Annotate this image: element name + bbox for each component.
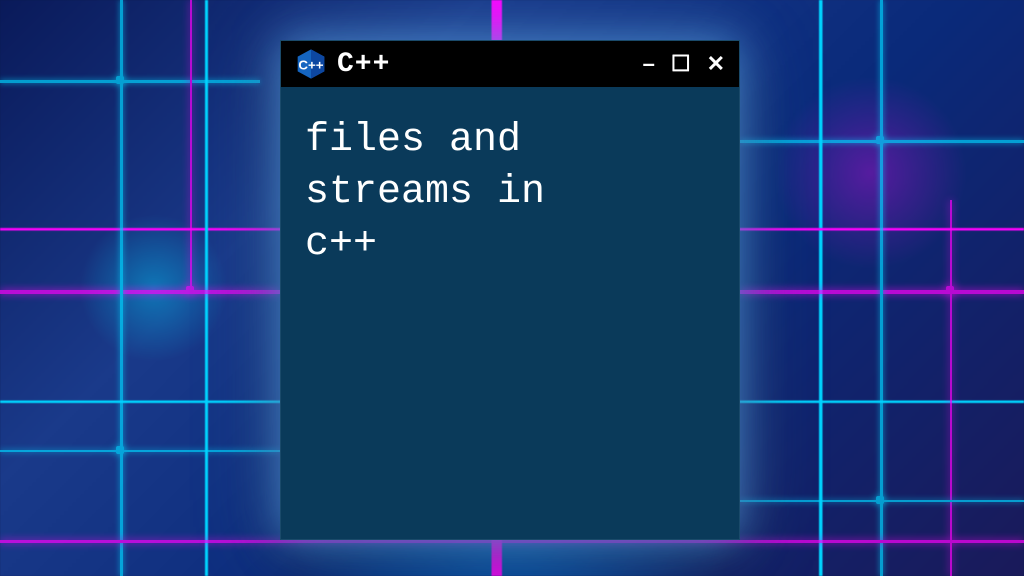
cpp-icon: C++ [295, 48, 327, 80]
terminal-content: files and streams in c++ [281, 87, 739, 299]
minimize-button[interactable]: – [643, 53, 655, 75]
maximize-button[interactable]: ☐ [671, 53, 691, 75]
close-button[interactable]: ✕ [707, 53, 725, 75]
terminal-window: C++ C++ – ☐ ✕ files and streams in c++ [280, 40, 740, 540]
window-controls: – ☐ ✕ [643, 53, 725, 75]
titlebar[interactable]: C++ C++ – ☐ ✕ [281, 41, 739, 87]
window-title: C++ [337, 49, 633, 80]
svg-text:C++: C++ [298, 57, 323, 72]
